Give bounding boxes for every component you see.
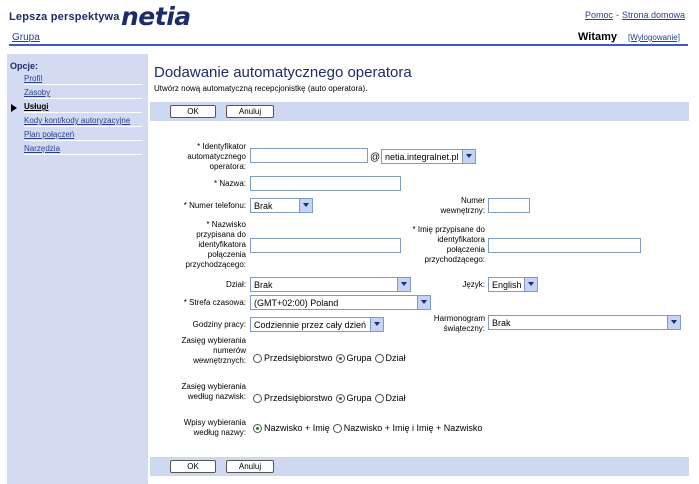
option-label: Przedsiębiorstwo (264, 353, 333, 363)
chevron-down-icon[interactable] (417, 296, 430, 309)
logout-link[interactable]: [Wylogowanie] (628, 33, 680, 42)
option-label: Grupa (346, 353, 372, 363)
caller-first-name-label: * Imię przypisane do identyfikatora połą… (412, 225, 485, 264)
phone-value: Brak (254, 201, 273, 211)
sidebar-item-services[interactable]: Usługi (24, 102, 142, 113)
radio-group[interactable] (335, 353, 345, 363)
page-title: Dodawanie automatycznego operatora (154, 64, 412, 81)
language-label: Język: (462, 280, 485, 289)
holiday-schedule-select[interactable]: Brak (488, 315, 681, 330)
name-scope-radios: Przedsiębiorstwo Grupa Dział (253, 393, 409, 403)
at-sign: @ (370, 152, 381, 163)
cancel-button[interactable]: Anuluj (226, 460, 274, 473)
phone-select[interactable]: Brak (250, 198, 313, 213)
name-entries-radios: Nazwisko + Imię Nazwisko + Imię i Imię +… (253, 423, 485, 433)
radio-last-first-and-first-last[interactable] (332, 423, 342, 433)
caller-last-name-input[interactable] (250, 238, 401, 253)
option-label: Grupa (346, 393, 372, 403)
active-arrow-icon (11, 104, 17, 112)
name-input[interactable] (250, 176, 401, 191)
header-divider (9, 44, 688, 46)
option-label: Przedsiębiorstwo (264, 393, 333, 403)
timezone-value: (GMT+02:00) Poland (254, 298, 339, 308)
chevron-down-icon[interactable] (462, 150, 475, 163)
working-hours-value: Codziennie przez cały dzień (254, 320, 367, 330)
radio-last-first[interactable] (253, 423, 262, 433)
group-link[interactable]: Grupa (12, 32, 40, 43)
radio-department[interactable] (374, 353, 384, 363)
radio-group[interactable] (335, 393, 345, 403)
chevron-down-icon[interactable] (397, 278, 410, 291)
cancel-button[interactable]: Anuluj (226, 105, 274, 118)
ok-button[interactable]: OK (170, 105, 216, 118)
radio-enterprise[interactable] (253, 393, 262, 403)
sidebar-item-label[interactable]: Kody kont/kody autoryzacyjne (24, 116, 130, 125)
operator-id-label: * Identyfikator automatycznego operatora… (187, 142, 246, 171)
timezone-label: * Strefa czasowa: (183, 298, 246, 307)
extension-scope-label: Zasięg wybierania numerów wewnętrznych: (181, 336, 246, 365)
working-hours-label: Godziny pracy: (192, 320, 246, 329)
radio-department[interactable] (374, 393, 384, 403)
name-label: * Nazwa: (213, 179, 246, 188)
department-label: Dział: (225, 280, 246, 289)
extension-scope-radios: Przedsiębiorstwo Grupa Dział (253, 353, 409, 363)
page-subtitle: Utwórz nową automatyczną recepcjonistkę … (154, 84, 368, 93)
sidebar-item-tools[interactable]: Narzędzia (24, 144, 142, 155)
sidebar-item-label[interactable]: Narzędzia (24, 144, 60, 153)
option-label: Nazwisko + Imię i Imię + Nazwisko (343, 423, 483, 433)
timezone-select[interactable]: (GMT+02:00) Poland (250, 295, 431, 310)
holiday-schedule-label: Harmonogram świąteczny: (433, 314, 485, 333)
name-entries-label: Wpisy wybierania według nazwy: (183, 418, 246, 437)
department-select[interactable]: Brak (250, 277, 411, 292)
home-link[interactable]: Strona domowa (622, 10, 685, 20)
sidebar-title: Opcje: (10, 61, 39, 71)
ok-button[interactable]: OK (170, 460, 216, 473)
netia-logo: netia (121, 2, 191, 31)
sidebar: Opcje: Profil Zasoby Usługi Kody kont/ko… (7, 54, 148, 484)
sidebar-item-label[interactable]: Zasoby (24, 88, 50, 97)
caller-first-name-input[interactable] (488, 238, 641, 253)
sidebar-item-profile[interactable]: Profil (24, 74, 142, 85)
option-label: Nazwisko + Imię (264, 423, 330, 433)
extension-input[interactable] (488, 198, 530, 213)
top-button-bar: OK Anuluj (150, 102, 689, 121)
option-label: Dział (385, 393, 406, 403)
chevron-down-icon[interactable] (524, 278, 537, 291)
name-scope-label: Zasięg wybierania według nazwisk: (181, 382, 246, 401)
chevron-down-icon[interactable] (667, 316, 680, 329)
working-hours-select[interactable]: Codziennie przez cały dzień (250, 317, 384, 332)
domain-select[interactable]: netia.integralnet.pl (381, 149, 476, 164)
phone-label: * Numer telefonu: (183, 201, 246, 210)
sidebar-item-account-codes[interactable]: Kody kont/kody autoryzacyjne (24, 116, 142, 127)
chevron-down-icon[interactable] (370, 318, 383, 331)
extension-label: Numer wewnętrzny: (440, 196, 485, 215)
sidebar-item-label[interactable]: Profil (24, 74, 42, 83)
department-value: Brak (254, 280, 273, 290)
operator-id-input[interactable] (250, 148, 368, 163)
radio-enterprise[interactable] (253, 353, 262, 363)
brand-tagline: Lepsza perspektywa (9, 11, 120, 23)
domain-value: netia.integralnet.pl (385, 152, 459, 162)
holiday-schedule-value: Brak (492, 318, 511, 328)
sidebar-item-resources[interactable]: Zasoby (24, 88, 142, 99)
language-select[interactable]: English (488, 277, 538, 292)
sidebar-item-label[interactable]: Usługi (24, 102, 48, 111)
chevron-down-icon[interactable] (299, 199, 312, 212)
help-link[interactable]: Pomoc (585, 10, 613, 20)
link-separator: - (615, 10, 619, 20)
option-label: Dział (385, 353, 406, 363)
bottom-button-bar: OK Anuluj (150, 457, 689, 476)
top-links: Pomoc - Strona domowa (585, 10, 685, 20)
sidebar-item-label[interactable]: Plan połączeń (24, 130, 74, 139)
caller-last-name-label: * Nazwisko przypisana do identyfikatora … (185, 220, 246, 269)
welcome-text: Witamy (578, 31, 618, 43)
sidebar-item-call-plan[interactable]: Plan połączeń (24, 130, 142, 141)
language-value: English (492, 280, 522, 290)
